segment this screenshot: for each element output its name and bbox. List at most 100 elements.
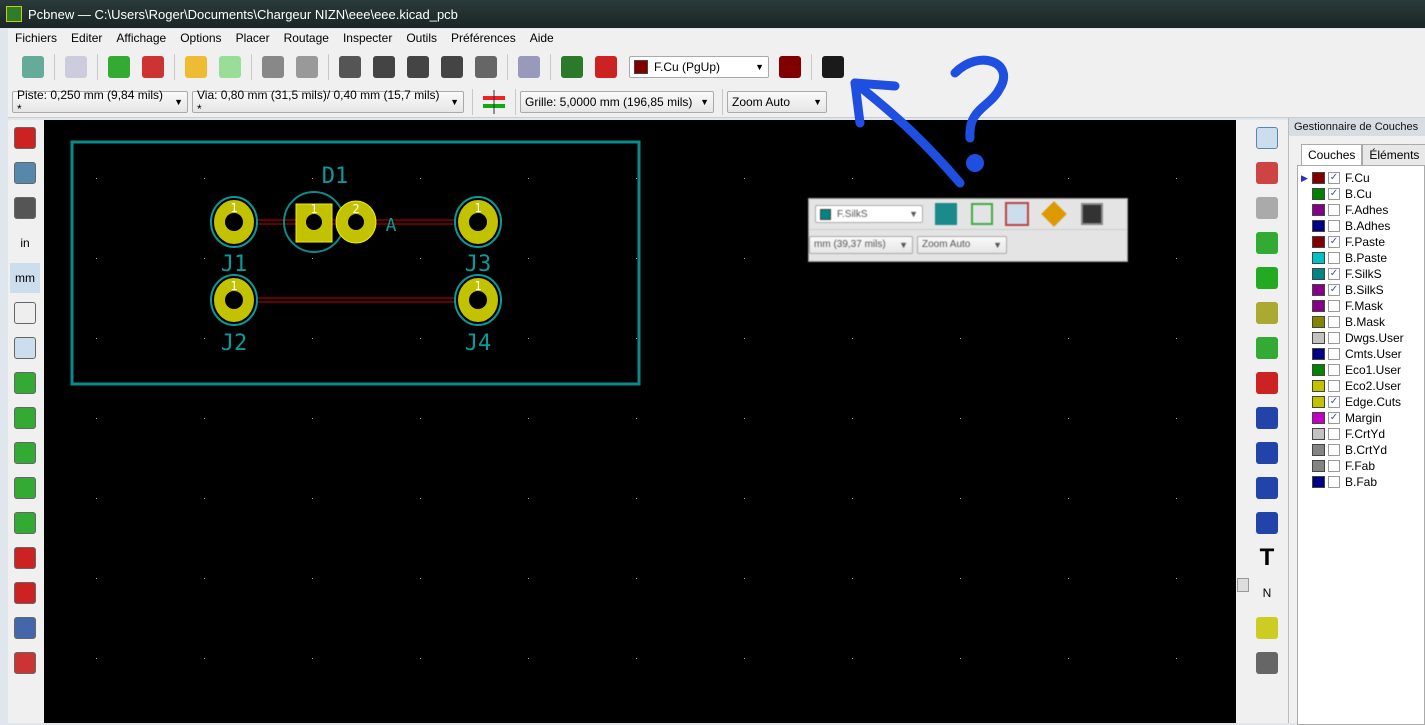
- grid-button[interactable]: [10, 158, 40, 188]
- layer-row[interactable]: F.Fab: [1298, 458, 1424, 474]
- select-button[interactable]: [1252, 123, 1282, 153]
- menu-outils[interactable]: Outils: [399, 31, 444, 45]
- layer-visibility-checkbox[interactable]: ✓: [1328, 284, 1340, 296]
- add-polygon-button[interactable]: [1252, 508, 1282, 538]
- layer-row[interactable]: B.Mask: [1298, 314, 1424, 330]
- layer-row[interactable]: Eco2.User: [1298, 378, 1424, 394]
- save-board-button[interactable]: [18, 52, 48, 82]
- layer-color-swatch[interactable]: [1312, 460, 1325, 472]
- layer-color-swatch[interactable]: [1312, 476, 1325, 488]
- menu-affichage[interactable]: Affichage: [109, 31, 173, 45]
- zone-outline-button[interactable]: [10, 438, 40, 468]
- microwave-button[interactable]: [10, 648, 40, 678]
- pad-j1[interactable]: 1: [210, 196, 258, 248]
- layer-row[interactable]: Eco1.User: [1298, 362, 1424, 378]
- layer-color-swatch[interactable]: [1312, 444, 1325, 456]
- menu-placer[interactable]: Placer: [229, 31, 277, 45]
- layer-visibility-checkbox[interactable]: [1328, 348, 1340, 360]
- place-anchor-button[interactable]: [1252, 613, 1282, 643]
- layer-visibility-checkbox[interactable]: ✓: [1328, 172, 1340, 184]
- layer-row[interactable]: B.Adhes: [1298, 218, 1424, 234]
- zoom-select[interactable]: Zoom Auto ▼: [727, 90, 827, 113]
- layer-visibility-checkbox[interactable]: ✓: [1328, 268, 1340, 280]
- layer-color-swatch[interactable]: [1312, 412, 1325, 424]
- layer-color-swatch[interactable]: [1312, 428, 1325, 440]
- zoom-in-button[interactable]: [369, 52, 399, 82]
- layer-visibility-checkbox[interactable]: [1328, 380, 1340, 392]
- menu-fichiers[interactable]: Fichiers: [8, 31, 64, 45]
- layer-row[interactable]: ✓ B.Cu: [1298, 186, 1424, 202]
- vertical-scrollbar[interactable]: [1236, 120, 1250, 723]
- zoom-selection-button[interactable]: [471, 52, 501, 82]
- menu-routage[interactable]: Routage: [277, 31, 336, 45]
- highlight-net-button[interactable]: [1252, 158, 1282, 188]
- layer-color-swatch[interactable]: [1312, 236, 1325, 248]
- zoom-fit-button[interactable]: [437, 52, 467, 82]
- print-button[interactable]: [258, 52, 288, 82]
- cursor-shape-button[interactable]: [10, 298, 40, 328]
- drc-ladybug-button[interactable]: [591, 52, 621, 82]
- layer-row[interactable]: F.Mask: [1298, 298, 1424, 314]
- layer-visibility-checkbox[interactable]: ✓: [1328, 412, 1340, 424]
- layer-visibility-checkbox[interactable]: ✓: [1328, 188, 1340, 200]
- high-contrast-button[interactable]: [10, 578, 40, 608]
- add-zone-button[interactable]: [1252, 333, 1282, 363]
- layer-visibility-checkbox[interactable]: [1328, 476, 1340, 488]
- drc-off-button[interactable]: [10, 123, 40, 153]
- units-inch-button[interactable]: in: [10, 228, 40, 258]
- layer-pair-button[interactable]: [775, 52, 805, 82]
- layer-row[interactable]: ✓ B.SilkS: [1298, 282, 1424, 298]
- add-footprint-button[interactable]: [1252, 228, 1282, 258]
- layer-row[interactable]: B.Paste: [1298, 250, 1424, 266]
- layer-visibility-checkbox[interactable]: [1328, 252, 1340, 264]
- layers-manager-button[interactable]: [10, 613, 40, 643]
- layer-color-swatch[interactable]: [1312, 300, 1325, 312]
- layer-color-swatch[interactable]: [1312, 380, 1325, 392]
- add-arc-button[interactable]: [1252, 473, 1282, 503]
- layer-row[interactable]: ✓ F.SilkS: [1298, 266, 1424, 282]
- layer-visibility-checkbox[interactable]: [1328, 316, 1340, 328]
- layer-color-swatch[interactable]: [1312, 364, 1325, 376]
- layer-row[interactable]: B.CrtYd: [1298, 442, 1424, 458]
- add-line-button[interactable]: [1252, 403, 1282, 433]
- layer-visibility-checkbox[interactable]: [1328, 332, 1340, 344]
- via-size-select[interactable]: Via: 0,80 mm (31,5 mils)/ 0,40 mm (15,7 …: [192, 88, 464, 116]
- layer-color-swatch[interactable]: [1312, 396, 1325, 408]
- tab-elements[interactable]: Éléments: [1362, 144, 1425, 165]
- layer-row[interactable]: F.CrtYd: [1298, 426, 1424, 442]
- menu-aide[interactable]: Aide: [523, 31, 561, 45]
- layer-row[interactable]: B.Fab: [1298, 474, 1424, 490]
- layer-visibility-checkbox[interactable]: [1328, 364, 1340, 376]
- layer-color-swatch[interactable]: [1312, 172, 1325, 184]
- layer-row[interactable]: Dwgs.User: [1298, 330, 1424, 346]
- layer-color-swatch[interactable]: [1312, 332, 1325, 344]
- layer-color-swatch[interactable]: [1312, 284, 1325, 296]
- plot-button[interactable]: [292, 52, 322, 82]
- layer-row[interactable]: ✓ Edge.Cuts: [1298, 394, 1424, 410]
- menu-options[interactable]: Options: [173, 31, 228, 45]
- footprint-viewer-button[interactable]: [138, 52, 168, 82]
- layer-visibility-checkbox[interactable]: [1328, 460, 1340, 472]
- menu-preferences[interactable]: Préférences: [444, 31, 523, 45]
- layer-visibility-checkbox[interactable]: [1328, 204, 1340, 216]
- track-width-select[interactable]: Piste: 0,250 mm (9,84 mils) * ▼: [12, 88, 188, 116]
- add-via-button[interactable]: [1252, 298, 1282, 328]
- track-sketch-button[interactable]: [10, 543, 40, 573]
- via-sketch-button[interactable]: [10, 508, 40, 538]
- pad-j2[interactable]: 1: [210, 274, 258, 326]
- layer-visibility-checkbox[interactable]: ✓: [1328, 396, 1340, 408]
- add-track-button[interactable]: [1252, 263, 1282, 293]
- delete-button[interactable]: [1252, 648, 1282, 678]
- undo-button[interactable]: [181, 52, 211, 82]
- menu-editer[interactable]: Editer: [64, 31, 109, 45]
- layer-row[interactable]: ▶ ✓ F.Cu: [1298, 170, 1424, 186]
- add-circle-button[interactable]: [1252, 438, 1282, 468]
- layer-color-swatch[interactable]: [1312, 316, 1325, 328]
- layer-color-swatch[interactable]: [1312, 348, 1325, 360]
- layer-row[interactable]: F.Adhes: [1298, 202, 1424, 218]
- layer-visibility-checkbox[interactable]: [1328, 428, 1340, 440]
- redo-button[interactable]: [215, 52, 245, 82]
- local-ratsnest-button[interactable]: [1252, 193, 1282, 223]
- layer-row[interactable]: Cmts.User: [1298, 346, 1424, 362]
- auto-track-width-button[interactable]: [479, 87, 509, 117]
